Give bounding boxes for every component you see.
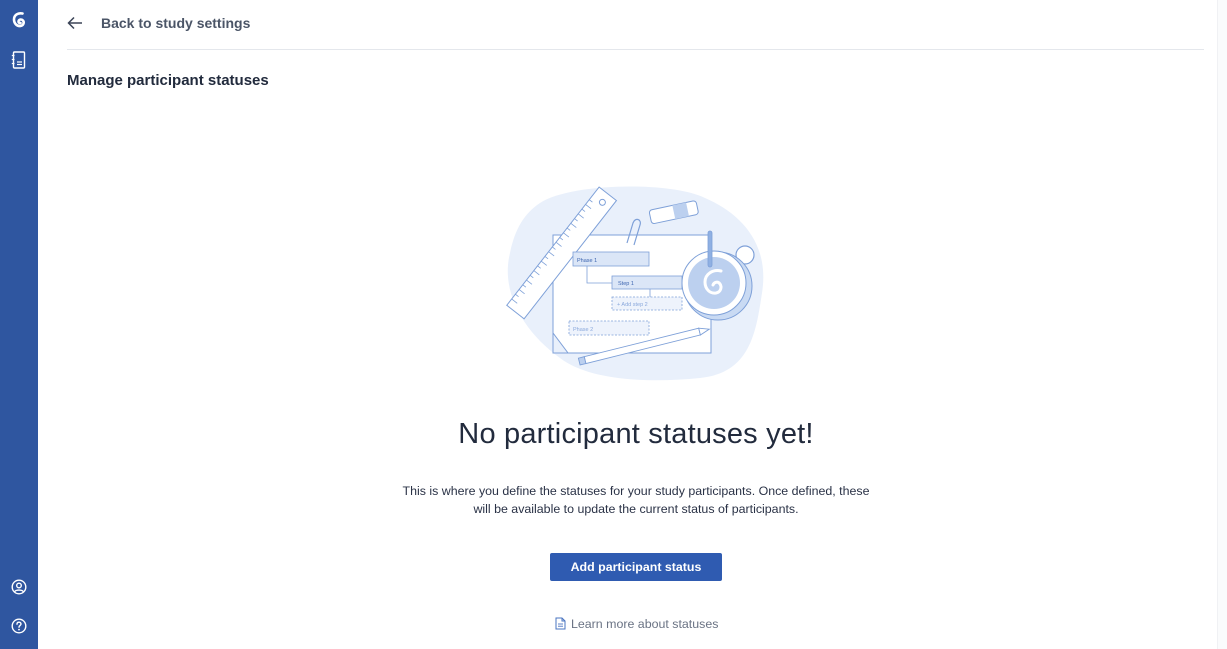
sidebar [0,0,38,649]
header-divider [67,49,1204,50]
description-line-2: will be available to update the current … [473,502,799,516]
svg-text:Step 1: Step 1 [618,281,634,287]
svg-text:Phase 2: Phase 2 [573,327,593,333]
notebook-icon[interactable] [4,45,34,75]
scrollbar[interactable] [1217,0,1227,649]
app-root: Back to study settings Manage participan… [0,0,1227,649]
logo-icon[interactable] [4,5,34,35]
back-to-settings-link[interactable]: Back to study settings [67,11,250,35]
arrow-left-icon [67,14,85,32]
empty-state-title: No participant statuses yet! [458,418,814,450]
help-icon[interactable] [4,611,34,641]
page-title: Manage participant statuses [67,72,269,89]
description-line-1: This is where you define the statuses fo… [402,484,870,498]
back-link-label: Back to study settings [101,15,251,31]
add-participant-status-button[interactable]: Add participant status [550,553,722,581]
account-icon[interactable] [4,572,34,602]
empty-state-description: This is where you define the statuses fo… [398,482,874,518]
svg-text:Phase 1: Phase 1 [577,258,597,264]
learn-more-link[interactable]: Learn more about statuses [555,617,718,631]
document-icon [555,617,567,631]
learn-more-label: Learn more about statuses [571,617,719,631]
svg-text:+ Add step 2: + Add step 2 [617,302,648,308]
empty-state-illustration: Phase 1 Step 1 + Add step 2 Phase 2 [506,186,764,381]
